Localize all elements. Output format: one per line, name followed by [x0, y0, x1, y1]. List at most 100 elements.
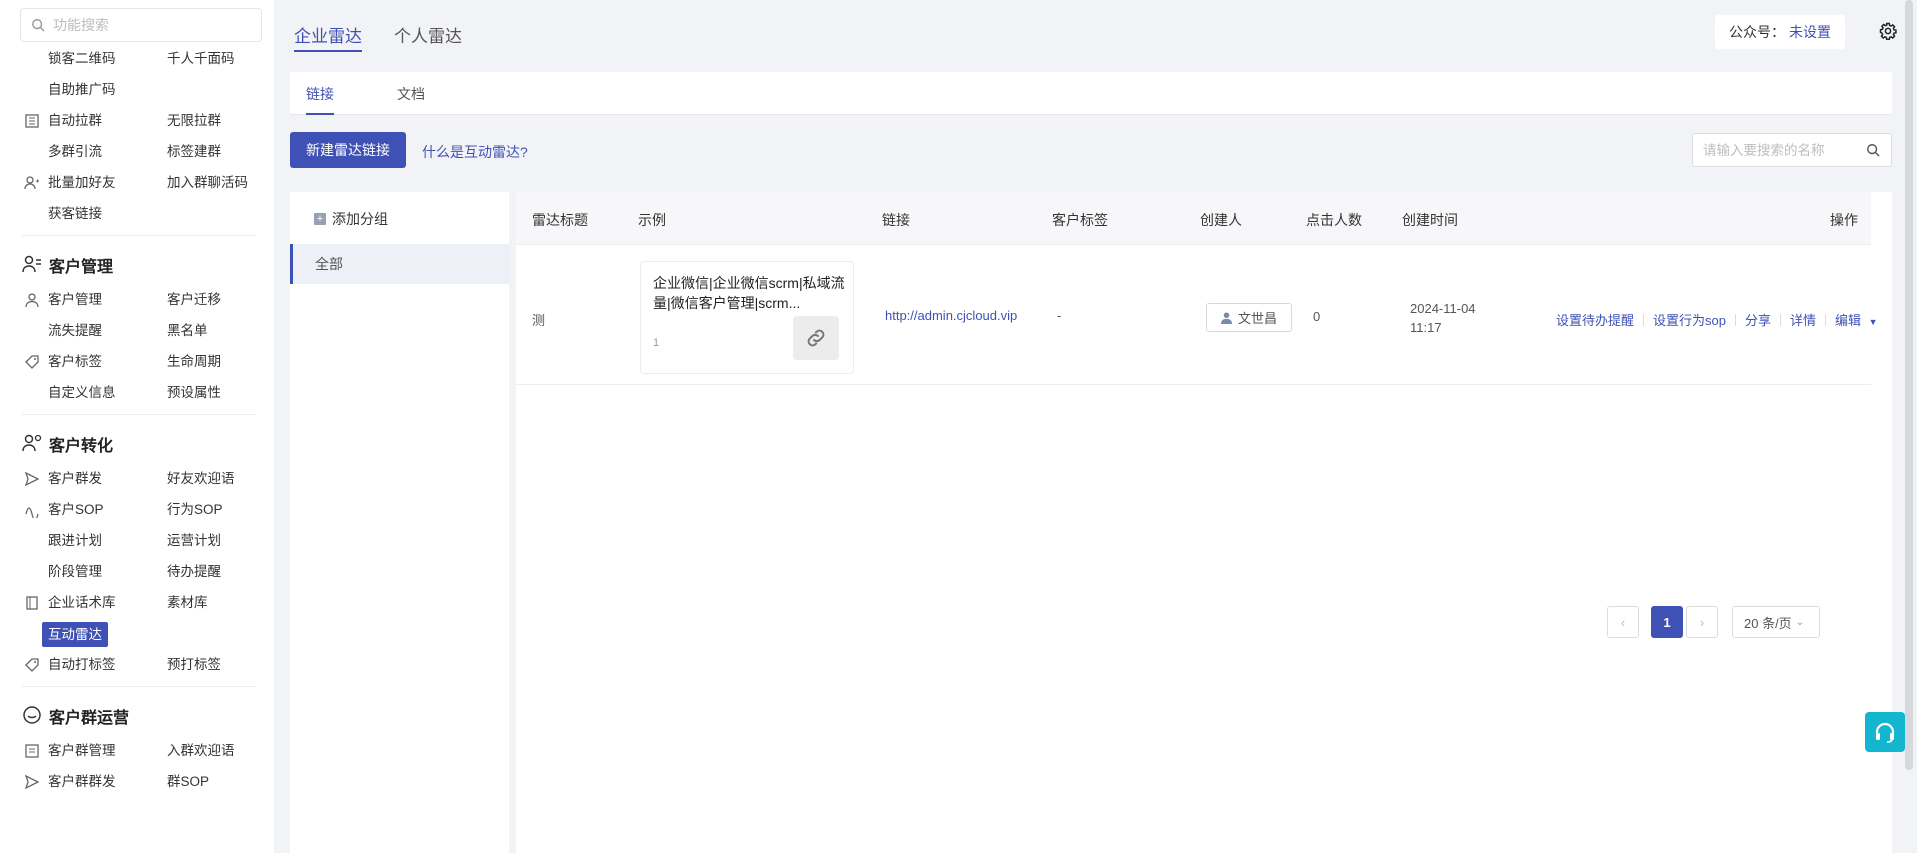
sidebar-item[interactable]: 锁客二维码	[48, 49, 116, 69]
sidebar-section-header[interactable]: 客户群运营	[0, 691, 274, 735]
column-header-link: 链接	[882, 212, 910, 228]
sidebar-item[interactable]: 批量加好友	[48, 173, 116, 193]
sidebar-item[interactable]: 好友欢迎语	[167, 469, 235, 489]
sidebar-menu-row: 客户管理 客户迁移	[0, 284, 274, 315]
share-link[interactable]: 分享	[1745, 310, 1771, 329]
sidebar-menu: 渠道活码门店活码锁客二维码千人千面码自助推广码自动拉群无限拉群多群引流标签建群批…	[0, 20, 274, 797]
new-radar-link-button[interactable]: 新建雷达链接	[290, 132, 406, 168]
tab-enterprise-radar[interactable]: 企业雷达	[294, 0, 362, 52]
sidebar-menu-row: 多群引流 标签建群	[0, 136, 274, 167]
customer-convert-icon	[22, 434, 42, 452]
tab-personal-radar[interactable]: 个人雷达	[394, 0, 462, 52]
sidebar-item[interactable]: 客户迁移	[167, 290, 221, 310]
page-size-value: 20 条/页	[1744, 615, 1792, 631]
sidebar-item[interactable]: 预打标签	[167, 655, 221, 675]
gear-icon[interactable]	[1879, 22, 1897, 40]
sidebar-item[interactable]: 跟进计划	[48, 531, 102, 551]
sidebar-item[interactable]: 客户标签	[48, 352, 102, 372]
tab-links[interactable]: 链接	[306, 84, 334, 115]
example-card[interactable]: 企业微信|企业微信scrm|私域流量|微信客户管理|scrm... 1	[640, 261, 854, 374]
feature-search-input[interactable]: 功能搜索	[20, 8, 262, 42]
add-friend-icon	[24, 176, 39, 190]
sidebar-item[interactable]: 标签建群	[167, 142, 221, 162]
sidebar-item[interactable]: 客户群发	[48, 469, 102, 489]
sidebar-item[interactable]: 入群欢迎语	[167, 741, 235, 761]
sop-icon	[25, 507, 39, 518]
sidebar-item[interactable]: 客户管理	[48, 290, 102, 310]
column-header-creator: 创建人	[1200, 212, 1242, 228]
scrollbar-thumb[interactable]	[1905, 0, 1913, 770]
sidebar-item[interactable]: 素材库	[167, 593, 208, 613]
sidebar-menu-row: 锁客二维码 千人千面码	[0, 43, 274, 74]
list-icon	[25, 744, 39, 758]
created-date: 2024-11-04	[1410, 301, 1476, 316]
sidebar-menu-row: 跟进计划 运营计划	[0, 525, 274, 556]
radar-link-url[interactable]: http://admin.cjcloud.vip	[885, 308, 1017, 323]
sidebar-menu-row: 流失提醒 黑名单	[0, 315, 274, 346]
column-header-title: 雷达标题	[532, 212, 588, 228]
sidebar-item[interactable]: 加入群聊活码	[167, 173, 248, 193]
set-todo-reminder-link[interactable]: 设置待办提醒	[1556, 310, 1634, 329]
next-page-button[interactable]: ›	[1686, 606, 1718, 638]
search-icon	[32, 19, 45, 32]
sidebar-item[interactable]: 行为SOP	[167, 500, 223, 520]
column-header-actions: 操作	[1830, 212, 1858, 228]
details-link[interactable]: 详情	[1790, 310, 1816, 329]
divider	[1780, 313, 1781, 326]
sidebar-item[interactable]: 待办提醒	[167, 562, 221, 582]
sidebar-item[interactable]: 黑名单	[167, 321, 208, 341]
sidebar-item[interactable]: 自定义信息	[48, 383, 116, 403]
name-search-input[interactable]	[1692, 133, 1892, 167]
chat-bubble-icon	[23, 706, 41, 724]
page-number-button[interactable]: 1	[1651, 606, 1683, 638]
headset-icon	[1875, 722, 1895, 743]
set-behavior-sop-link[interactable]: 设置行为sop	[1653, 310, 1726, 329]
radar-type-tabs: 企业雷达 个人雷达	[294, 0, 494, 60]
sidebar-section-header[interactable]: 客户转化	[0, 419, 274, 463]
sidebar-item[interactable]: 无限拉群	[167, 111, 221, 131]
chevron-down-icon: ⌄	[1795, 616, 1805, 628]
sidebar-item[interactable]: 客户SOP	[48, 500, 104, 520]
sidebar-menu-row: 客户群发 好友欢迎语	[0, 463, 274, 494]
example-card-count: 1	[653, 337, 660, 349]
send-icon	[24, 774, 40, 790]
official-account-value[interactable]: 未设置	[1789, 22, 1831, 42]
sidebar-item[interactable]: 获客链接	[48, 204, 102, 224]
sidebar-item[interactable]: 生命周期	[167, 352, 221, 372]
sidebar-item[interactable]: 互动雷达	[42, 622, 108, 647]
sidebar-item[interactable]: 自动打标签	[48, 655, 116, 675]
add-group-button[interactable]: + 添加分组	[314, 209, 388, 229]
sidebar-section-title: 客户转化	[49, 438, 114, 455]
sidebar-item[interactable]: 阶段管理	[48, 562, 102, 582]
main-area: 企业雷达 个人雷达 公众号： 未设置 链接 文档 新建雷达链接 什么是互动雷达?…	[274, 0, 1917, 853]
sidebar-item[interactable]: 自助推广码	[48, 80, 116, 100]
sidebar-item[interactable]: 流失提醒	[48, 321, 102, 341]
sidebar-item[interactable]: 预设属性	[167, 383, 221, 403]
chevron-left-icon: ‹	[1620, 614, 1626, 630]
sidebar-item[interactable]: 千人千面码	[167, 49, 235, 69]
what-is-radar-link[interactable]: 什么是互动雷达?	[422, 142, 528, 162]
edit-dropdown[interactable]: 编辑 ▼	[1835, 310, 1878, 329]
sidebar-item[interactable]: 企业话术库	[48, 593, 116, 613]
sidebar-item[interactable]: 客户群群发	[48, 772, 116, 792]
sidebar-menu-row: 自动拉群 无限拉群	[0, 105, 274, 136]
sidebar-item[interactable]: 自动拉群	[48, 111, 102, 131]
prev-page-button[interactable]: ‹	[1607, 606, 1639, 638]
add-group-label: 添加分组	[332, 211, 388, 227]
feature-search-placeholder: 功能搜索	[53, 17, 109, 33]
sidebar-item[interactable]: 运营计划	[167, 531, 221, 551]
plus-icon: +	[314, 213, 326, 225]
search-icon[interactable]	[1866, 143, 1880, 157]
group-item-all[interactable]: 全部	[290, 244, 509, 284]
customer-support-button[interactable]	[1865, 712, 1905, 752]
sidebar-section-header[interactable]: 客户管理	[0, 240, 274, 284]
divider	[22, 414, 256, 415]
sidebar-item[interactable]: 客户群管理	[48, 741, 116, 761]
link-icon	[793, 316, 839, 360]
page-size-select[interactable]: 20 条/页 ⌄	[1732, 606, 1820, 638]
tab-documents[interactable]: 文档	[397, 84, 425, 115]
sidebar-item[interactable]: 多群引流	[48, 142, 102, 162]
sidebar-item[interactable]: 群SOP	[167, 772, 209, 792]
click-count: 0	[1313, 309, 1321, 324]
customer-tags: -	[1057, 308, 1062, 323]
